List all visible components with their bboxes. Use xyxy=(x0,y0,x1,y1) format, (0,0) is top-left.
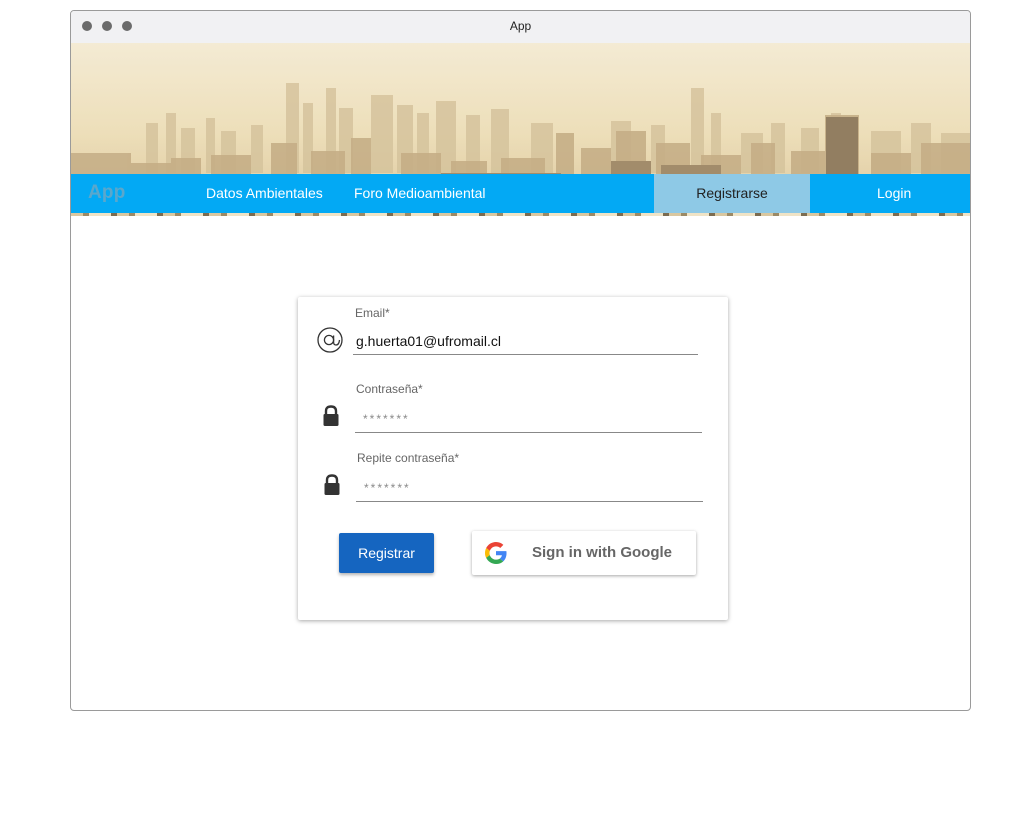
google-signin-label: Sign in with Google xyxy=(532,544,672,561)
email-field[interactable] xyxy=(353,327,698,355)
repeat-password-field[interactable] xyxy=(356,474,703,502)
google-signin-button[interactable]: Sign in with Google xyxy=(472,531,696,575)
repeat-password-label: Repite contraseña* xyxy=(357,451,460,465)
password-field[interactable] xyxy=(355,405,702,433)
lock-icon xyxy=(323,474,341,501)
google-g-icon xyxy=(485,542,507,564)
nav-link-datos-ambientales[interactable]: Datos Ambientales xyxy=(206,185,323,201)
banner-bottom-strip xyxy=(71,213,970,216)
register-button[interactable]: Registrar xyxy=(339,533,434,573)
lock-icon xyxy=(322,405,340,432)
register-form-card: Email* Contraseña* Repite contraseña* Re… xyxy=(298,297,728,620)
nav-tab-registrarse-label: Registrarse xyxy=(696,185,768,201)
app-window: App App Datos Ambientales Foro Medioambi… xyxy=(70,10,971,711)
top-navbar: App Datos Ambientales Foro Medioambienta… xyxy=(71,174,970,214)
brand-logo[interactable]: App xyxy=(88,182,126,204)
at-icon xyxy=(316,326,344,359)
window-titlebar: App xyxy=(71,11,970,43)
nav-link-foro-medioambiental[interactable]: Foro Medioambiental xyxy=(354,185,486,201)
password-label: Contraseña* xyxy=(356,382,423,396)
nav-link-login[interactable]: Login xyxy=(877,185,911,201)
nav-tab-registrarse[interactable]: Registrarse xyxy=(654,174,810,213)
email-label: Email* xyxy=(355,306,390,320)
window-title: App xyxy=(509,19,532,33)
